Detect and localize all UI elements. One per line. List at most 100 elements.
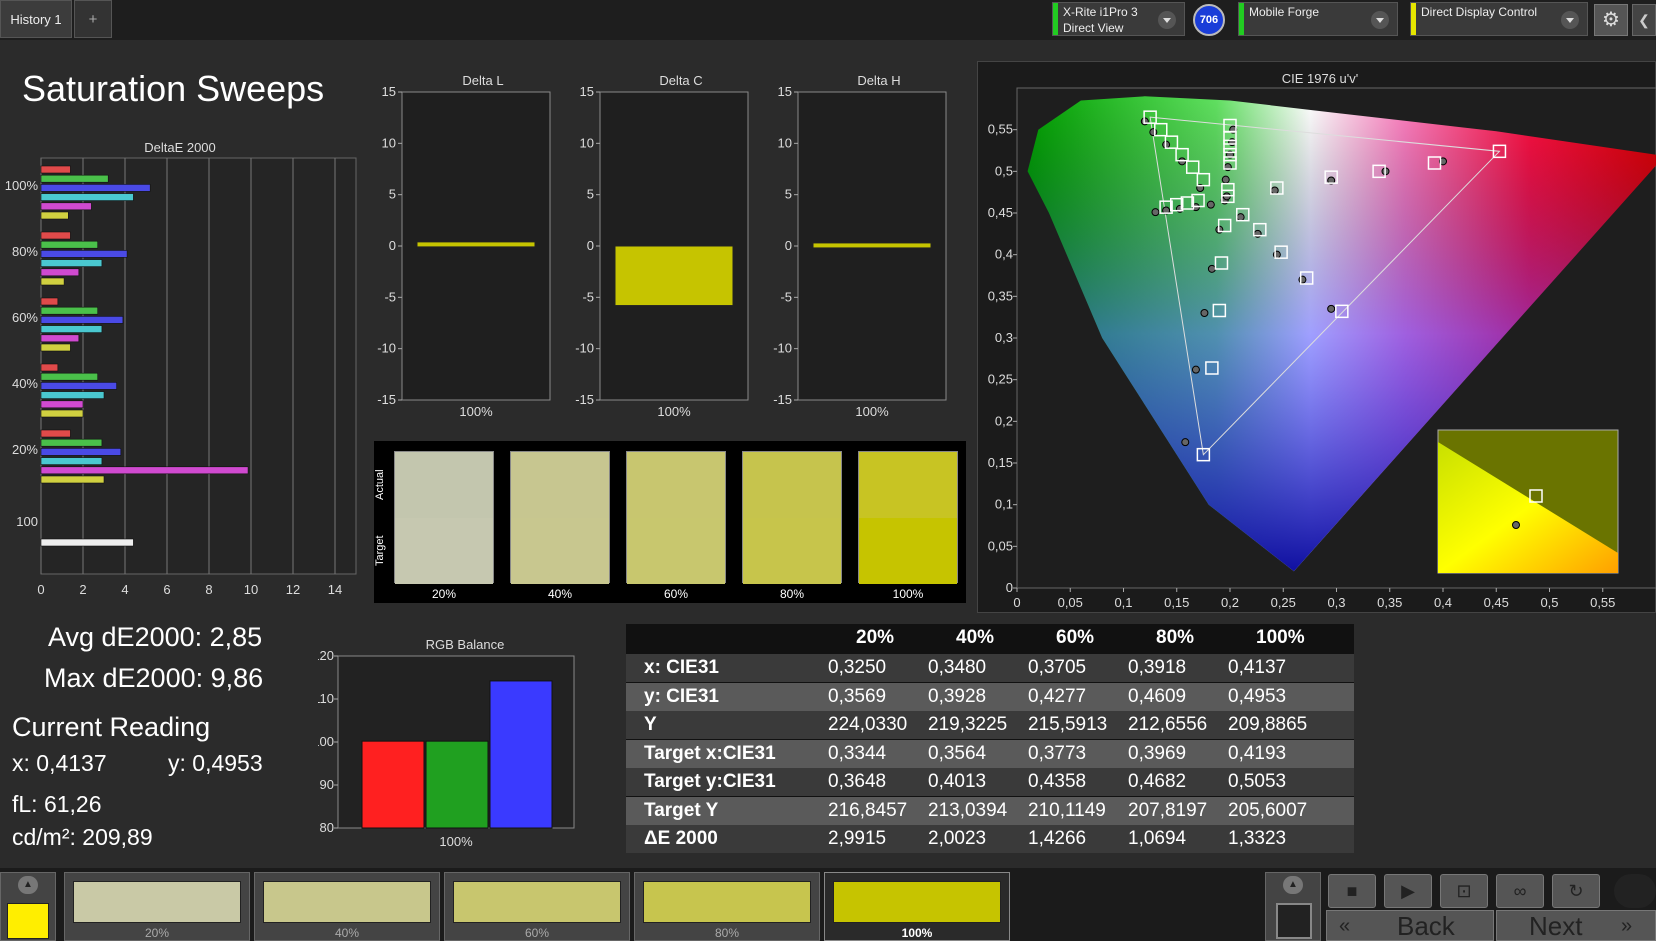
stop-icon[interactable]: ■ xyxy=(1328,874,1376,908)
rgb-tick-label: 100 xyxy=(318,734,334,749)
swatch-target xyxy=(627,518,725,584)
inset-measured-point xyxy=(1512,521,1520,529)
deltae-tick-label: 8 xyxy=(205,582,212,597)
swatch-60 xyxy=(626,451,726,584)
bottom-swatch-20[interactable]: 20% xyxy=(64,872,250,941)
deltae-category-label: 60% xyxy=(12,310,38,325)
refresh-icon[interactable]: ↻ xyxy=(1552,874,1600,908)
delta-bar xyxy=(614,245,734,307)
table-row-label: Target Y xyxy=(644,799,719,821)
stop-square-icon[interactable] xyxy=(1276,903,1312,939)
back-button[interactable]: « Back xyxy=(1326,910,1494,941)
measured-point xyxy=(1200,309,1209,317)
deltae-bar xyxy=(40,448,122,456)
bottom-swatch-color xyxy=(643,881,811,923)
bottom-bar: ▲ 20% 40% 60% 80% 100% ▲ ■ ▶ ⊡ ∞ ↻ « Back Ne… xyxy=(0,868,1656,941)
rgb-category-label: 100% xyxy=(439,834,473,849)
generator-dropdown[interactable]: Mobile Forge xyxy=(1238,2,1398,36)
swatch-target xyxy=(511,518,609,584)
swatch-panel: Actual Target 20% 40% 60% 80% 100% xyxy=(374,441,966,603)
deltae-chart: 0 2 4 6 8 10 12 14 100% 80% 60% 40% 20% 100 xyxy=(5,157,357,597)
cie-tick-label: 0,25 xyxy=(1271,595,1296,610)
delta-l-chart: 15 10 5 0 -5 -10 -15 100% xyxy=(377,84,551,419)
cie-tick-label: 0 xyxy=(1013,595,1020,610)
table-cell: 216,8457 xyxy=(828,799,908,821)
deltae-bar xyxy=(40,306,99,315)
cie-tick-label: 0,55 xyxy=(1590,595,1615,610)
bottom-swatch-80[interactable]: 80% xyxy=(634,872,820,941)
deltae-category-label: 80% xyxy=(12,244,38,259)
table-cell: 0,3569 xyxy=(828,685,887,707)
tab-history-1[interactable]: History 1 xyxy=(0,0,72,38)
gear-icon[interactable]: ⚙ xyxy=(1594,4,1628,36)
delta-tick-label: 5 xyxy=(785,187,792,202)
delta-tick-label: -15 xyxy=(575,392,594,407)
deltae-category-label: 100 xyxy=(16,514,38,529)
table-cell: 215,5913 xyxy=(1028,714,1108,735)
stop-panel: ▲ xyxy=(1265,872,1321,941)
collapse-arrow-icon[interactable]: ❮ xyxy=(1632,4,1656,36)
deltae-bar xyxy=(40,400,84,409)
deltae-bar xyxy=(40,202,92,211)
table-cell: 2,9915 xyxy=(828,828,887,849)
cie-tick-label: 0,45 xyxy=(1484,595,1509,610)
table-row: Target y:CIE31 0,3648 0,4013 0,4358 0,4682 0,… xyxy=(626,768,1354,796)
table-cell: 210,1149 xyxy=(1028,799,1106,821)
table-cell: 0,4137 xyxy=(1228,657,1287,678)
top-bar: History 1 + X-Rite i1Pro 3 Direct View 7… xyxy=(0,0,1656,40)
rgb-tick-label: 120 xyxy=(318,648,334,663)
swatch-label: 40% xyxy=(547,587,573,601)
table-header-cell: 40% xyxy=(956,627,995,648)
delta-tick-label: 15 xyxy=(580,84,594,99)
table-cell: 0,4193 xyxy=(1228,742,1287,764)
table-cell: 0,3564 xyxy=(928,742,987,764)
record-icon[interactable] xyxy=(1614,874,1656,908)
chevron-down-icon[interactable] xyxy=(1561,11,1579,29)
deltae-bar xyxy=(40,334,80,343)
swatch-actual xyxy=(395,452,493,518)
rgb-balance-chart: 120 110 100 90 80 100% xyxy=(318,648,575,849)
deltae-bar xyxy=(40,325,103,333)
bottom-swatch-60[interactable]: 60% xyxy=(444,872,630,941)
deltae-bar xyxy=(40,429,71,438)
cie-chart: 0,55 0,5 0,45 0,4 0,35 0,3 0,25 0,2 0,15 0,1 0,05 0… xyxy=(988,87,1656,610)
measured-point xyxy=(1191,365,1200,374)
table-cell: 0,4953 xyxy=(1228,685,1287,707)
bottom-swatch-100[interactable]: 100% xyxy=(824,872,1010,941)
add-tab-button[interactable]: + xyxy=(74,0,112,38)
table-cell: 1,3323 xyxy=(1228,828,1287,849)
deltae-tick-label: 4 xyxy=(121,582,128,597)
display-control-dropdown[interactable]: Direct Display Control xyxy=(1410,2,1588,36)
play-icon[interactable]: ▶ xyxy=(1384,874,1432,908)
chevron-down-icon[interactable] xyxy=(1371,11,1389,29)
table-cell: 0,3344 xyxy=(828,742,887,764)
bottom-swatch-color xyxy=(453,881,621,923)
step-icon[interactable]: ⊡ xyxy=(1440,874,1488,908)
deltae-plot-area xyxy=(40,157,357,575)
swatch-label: 20% xyxy=(431,587,457,601)
meter-dropdown[interactable]: X-Rite i1Pro 3 Direct View xyxy=(1052,2,1185,36)
deltae-bar xyxy=(40,297,59,306)
meter-badge[interactable]: 706 xyxy=(1193,4,1225,36)
chevron-down-icon[interactable] xyxy=(1158,11,1176,29)
delta-h-chart: 15 10 5 0 -5 -10 -15 100% xyxy=(773,84,947,419)
loop-icon[interactable]: ∞ xyxy=(1496,874,1544,908)
table-row-label: y: CIE31 xyxy=(644,685,719,707)
up-arrow-icon[interactable]: ▲ xyxy=(1283,876,1303,894)
deltae-category-label: 20% xyxy=(12,442,38,457)
deltae-bar xyxy=(40,409,84,418)
current-fl: fL: 61,26 xyxy=(12,791,102,817)
deltae-bar xyxy=(40,277,65,286)
delta-tick-label: 5 xyxy=(389,187,396,202)
table-cell: 0,3918 xyxy=(1128,657,1187,678)
deltae-tick-label: 12 xyxy=(286,582,300,597)
swatch-80 xyxy=(742,451,842,584)
bottom-swatch-40[interactable]: 40% xyxy=(254,872,440,941)
deltae-bar xyxy=(40,438,103,447)
up-arrow-icon[interactable]: ▲ xyxy=(18,876,38,894)
swatch-label: 80% xyxy=(779,587,805,601)
deltae-bar xyxy=(40,538,134,547)
deltae-tick-label: 10 xyxy=(244,582,258,597)
next-button[interactable]: Next » xyxy=(1496,910,1656,941)
measured-point xyxy=(1221,175,1230,184)
